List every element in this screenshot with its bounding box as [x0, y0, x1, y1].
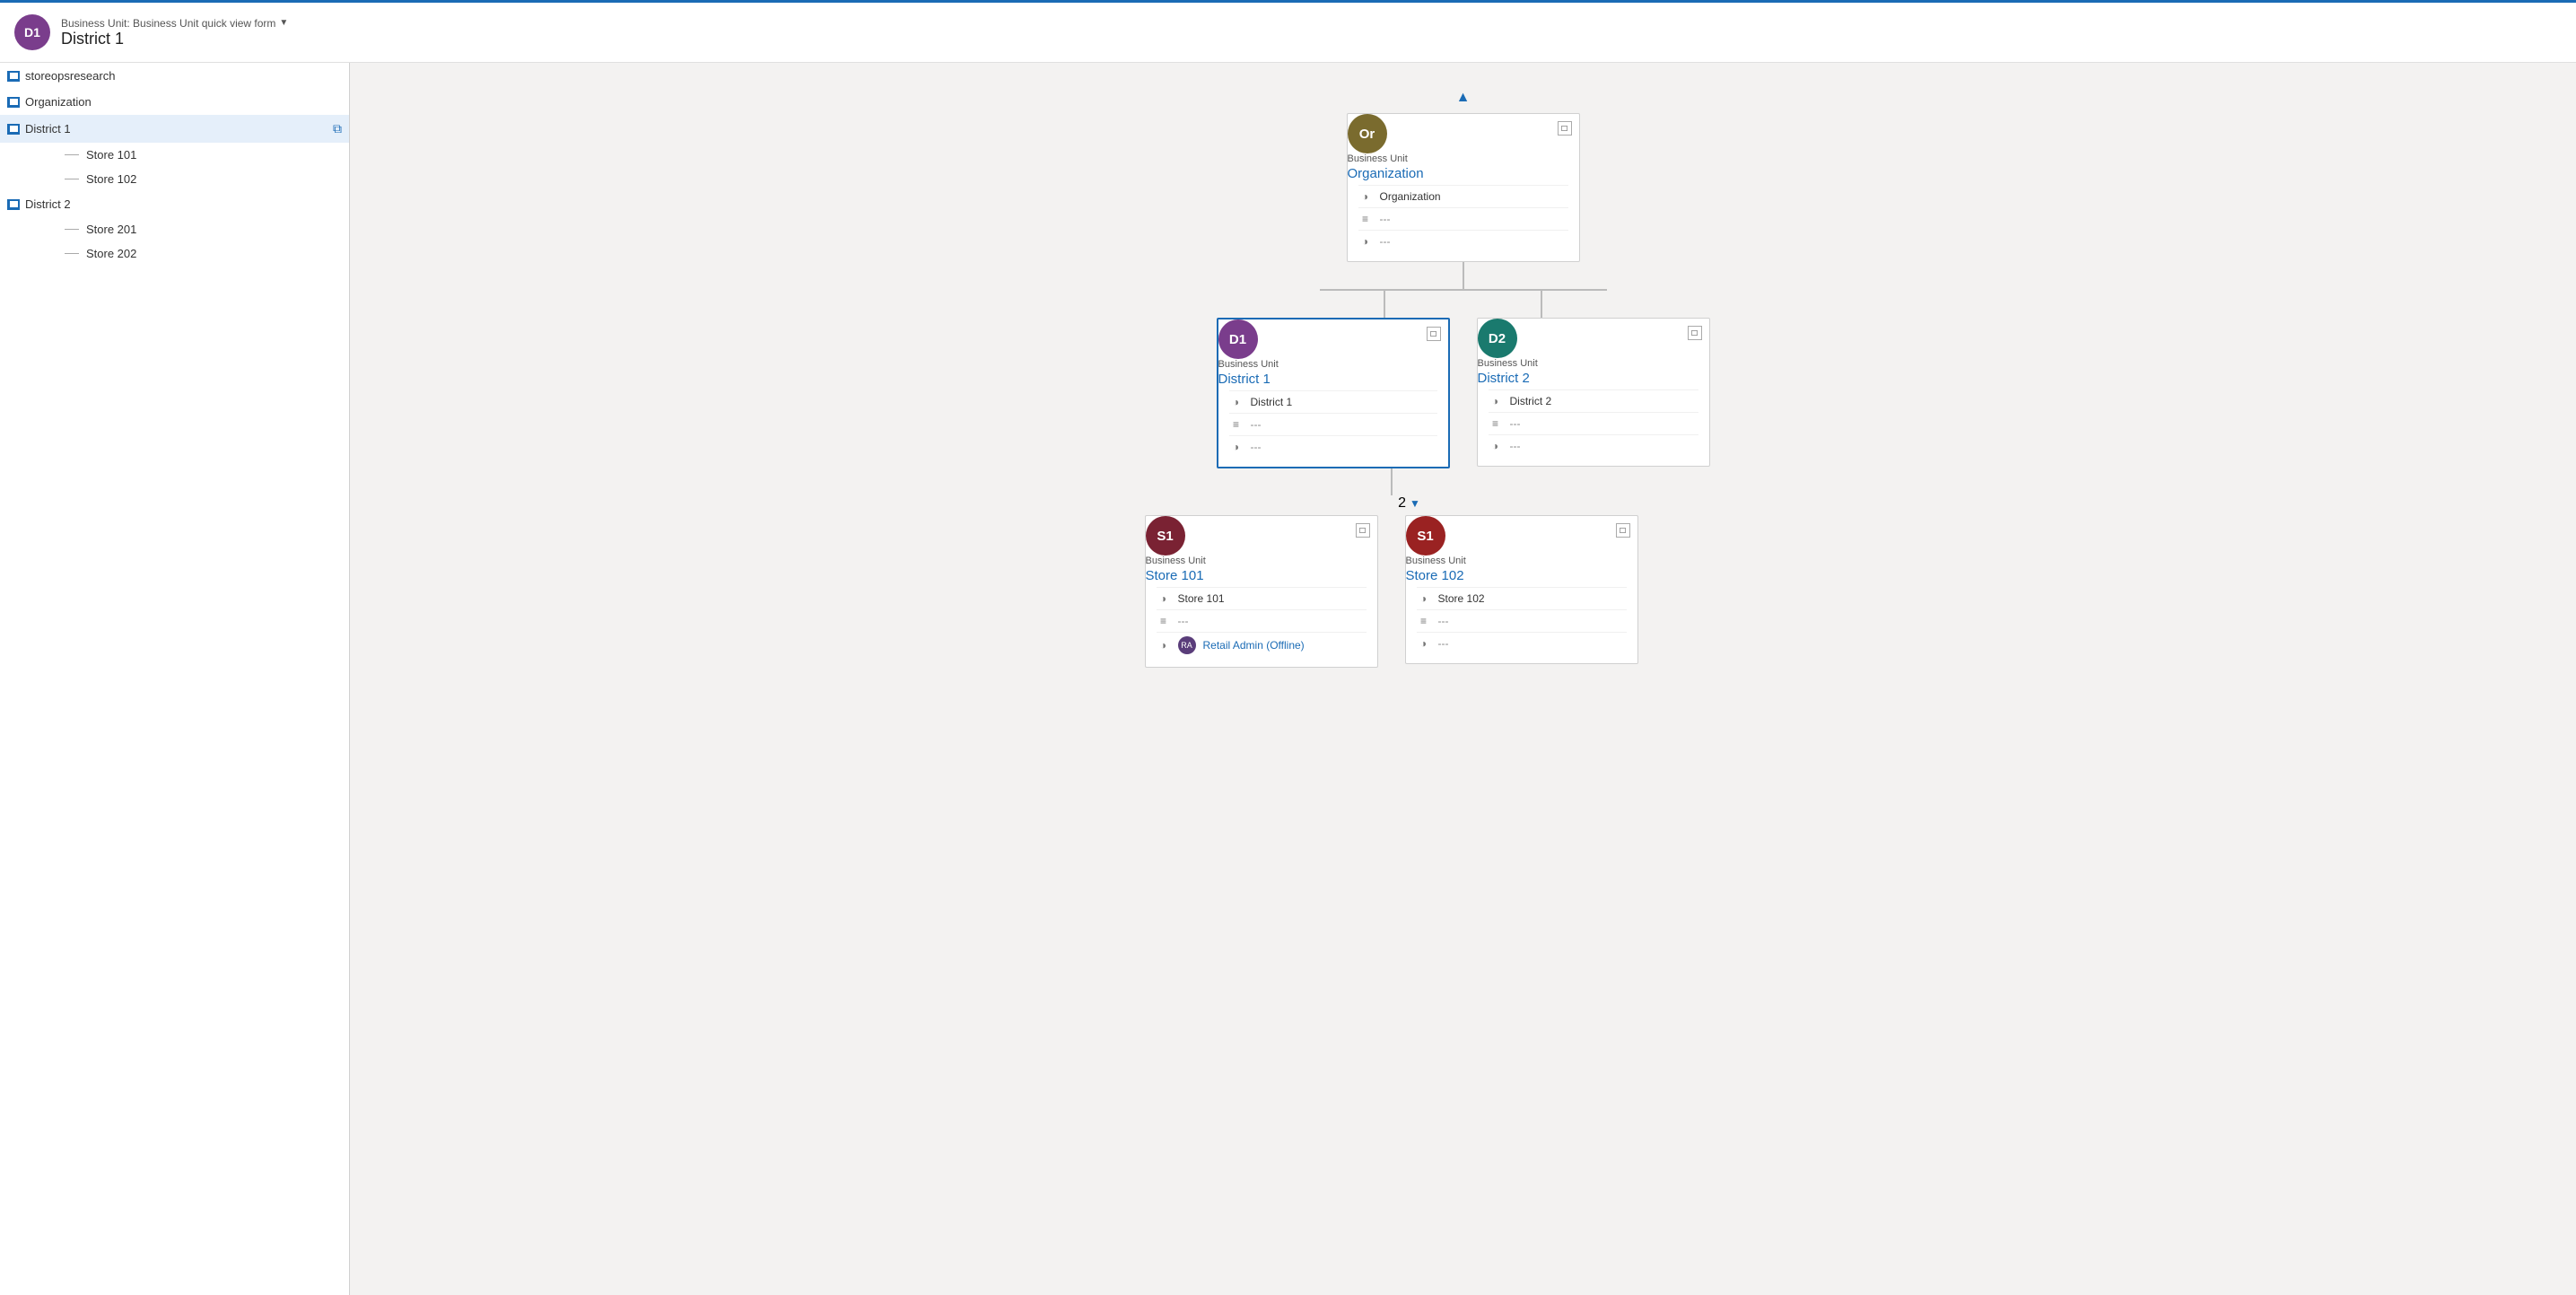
d1-avatar: D1: [1218, 319, 1258, 359]
header-main-title: District 1: [61, 30, 288, 48]
org-card-store102: □ S1 Business Unit Store 102 ◑ Store 1: [1405, 515, 1638, 664]
d2-field3-icon: ◑: [1489, 439, 1503, 453]
s101-field1-icon: ◑: [1157, 591, 1171, 606]
sidebar-item-organization[interactable]: Organization: [0, 89, 349, 115]
ra-avatar: RA: [1178, 636, 1196, 654]
sidebar-item-store202[interactable]: Store 202: [0, 241, 349, 266]
s101-avatar: S1: [1146, 516, 1185, 556]
store101-column: □ S1 Business Unit Store 101 ◑ Store 1: [1145, 515, 1378, 668]
d2-type-label: Business Unit: [1478, 358, 1709, 369]
count-badge-row: 2 ▼: [1398, 495, 1420, 512]
s102-field1: ◑ Store 102: [1417, 587, 1627, 609]
d1-field3: ◑ ---: [1229, 435, 1437, 458]
expand-s101-button[interactable]: □: [1356, 523, 1370, 538]
org-field3: ◑ ---: [1358, 230, 1568, 252]
header-title-block: Business Unit: Business Unit quick view …: [61, 17, 288, 48]
district1-column: □ D1 Business Unit District 1 ◑ Distri: [1217, 318, 1450, 468]
expand-org-button[interactable]: □: [1558, 121, 1572, 136]
d1-type-label: Business Unit: [1218, 359, 1448, 370]
s102-name-link[interactable]: Store 102: [1406, 568, 1637, 583]
sidebar-item-district2[interactable]: District 2: [0, 191, 349, 217]
connector-to-d2: [1541, 291, 1542, 318]
count-dropdown-icon[interactable]: ▼: [1410, 497, 1420, 510]
d1-field1: ◑ District 1: [1229, 390, 1437, 413]
s102-field1-icon: ◑: [1417, 591, 1431, 606]
org-card-organization: □ Or Business Unit Organization ◑ Organi…: [1347, 113, 1580, 262]
store102-column: □ S1 Business Unit Store 102 ◑ Store 1: [1405, 515, 1638, 668]
sidebar-item-store102[interactable]: Store 102: [0, 167, 349, 191]
header: D1 Business Unit: Business Unit quick vi…: [0, 0, 2576, 63]
org-field3-icon: ◑: [1358, 234, 1373, 249]
chevron-down-icon: ▼: [279, 18, 288, 28]
org-field1: ◑ Organization: [1358, 185, 1568, 207]
d2-avatar: D2: [1478, 319, 1517, 358]
d1-field2: ≡ ---: [1229, 413, 1437, 435]
d2-field2: ≡ ---: [1489, 412, 1698, 434]
district2-folder-icon: [7, 199, 20, 210]
org-field2: ≡ ---: [1358, 207, 1568, 230]
main-area: ▲ □ Or Business Unit Organization ◑ Orga…: [350, 63, 2576, 1295]
d2-field2-icon: ≡: [1489, 416, 1503, 431]
d1-field1-icon: ◑: [1229, 395, 1244, 409]
expand-d1-button[interactable]: □: [1427, 327, 1441, 341]
sidebar-root-item[interactable]: storeopsresearch: [0, 63, 349, 89]
org-card-store101: □ S1 Business Unit Store 101 ◑ Store 1: [1145, 515, 1378, 668]
s102-field3: ◑ ---: [1417, 632, 1627, 654]
sidebar: storeopsresearch Organization District 1…: [0, 63, 350, 1295]
folder-icon: [7, 71, 20, 82]
s101-name-link[interactable]: Store 101: [1146, 568, 1377, 583]
org-chart: ▲ □ Or Business Unit Organization ◑ Orga…: [368, 81, 2558, 668]
org-avatar: Or: [1348, 114, 1387, 153]
count-badge-number: 2: [1398, 495, 1406, 512]
connector-d1-to-stores: [1391, 468, 1393, 495]
sidebar-item-store201[interactable]: Store 201: [0, 217, 349, 241]
sidebar-item-district1[interactable]: District 1 ⧉: [0, 115, 349, 143]
header-subtitle[interactable]: Business Unit: Business Unit quick view …: [61, 17, 288, 30]
s102-type-label: Business Unit: [1406, 556, 1637, 566]
header-avatar: D1: [14, 14, 50, 50]
expand-d2-button[interactable]: □: [1688, 326, 1702, 340]
org-card-district1: □ D1 Business Unit District 1 ◑ Distri: [1217, 318, 1450, 468]
org-type-label: Business Unit: [1348, 153, 1579, 164]
org-field1-icon: ◑: [1358, 189, 1373, 204]
s102-avatar: S1: [1406, 516, 1445, 556]
district-cards-row: □ D1 Business Unit District 1 ◑ Distri: [1217, 318, 1710, 468]
s101-type-label: Business Unit: [1146, 556, 1377, 566]
external-link-icon[interactable]: ⧉: [333, 121, 342, 136]
d2-field1: ◑ District 2: [1489, 389, 1698, 412]
d2-field1-icon: ◑: [1489, 394, 1503, 408]
org-name-link[interactable]: Organization: [1348, 166, 1579, 181]
expand-s102-button[interactable]: □: [1616, 523, 1630, 538]
d2-name-link[interactable]: District 2: [1478, 371, 1709, 386]
connector-to-d1: [1384, 291, 1385, 318]
district2-column: □ D2 Business Unit District 2 ◑ Distri: [1477, 318, 1710, 467]
s101-field2: ≡ ---: [1157, 609, 1367, 632]
d1-name-link[interactable]: District 1: [1218, 372, 1448, 387]
s102-field2-icon: ≡: [1417, 614, 1431, 628]
s101-field2-icon: ≡: [1157, 614, 1171, 628]
district1-folder-icon: [7, 124, 20, 135]
d1-field2-icon: ≡: [1229, 417, 1244, 432]
org-card-district2: □ D2 Business Unit District 2 ◑ Distri: [1477, 318, 1710, 467]
s102-field2: ≡ ---: [1417, 609, 1627, 632]
s101-field3-icon: ◑: [1157, 638, 1171, 652]
branch-h-line: [1320, 289, 1607, 291]
org-field2-icon: ≡: [1358, 212, 1373, 226]
s101-field3: ◑ RA Retail Admin (Offline): [1157, 632, 1367, 658]
s101-field1: ◑ Store 101: [1157, 587, 1367, 609]
stores-cards-row: □ S1 Business Unit Store 101 ◑ Store 1: [1145, 515, 1638, 668]
s102-field3-icon: ◑: [1417, 636, 1431, 651]
app-body: storeopsresearch Organization District 1…: [0, 63, 2576, 1295]
org-folder-icon: [7, 97, 20, 108]
connector-org-to-row: [1463, 262, 1464, 289]
sidebar-item-store101[interactable]: Store 101: [0, 143, 349, 167]
d2-field3: ◑ ---: [1489, 434, 1698, 457]
nav-up-button[interactable]: ▲: [1456, 90, 1471, 106]
d1-field3-icon: ◑: [1229, 440, 1244, 454]
